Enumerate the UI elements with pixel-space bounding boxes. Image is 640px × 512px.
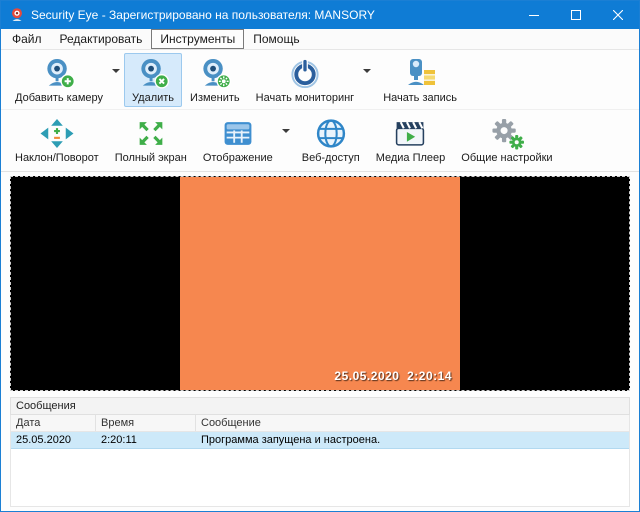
web-access-label: Веб-доступ bbox=[302, 152, 360, 164]
window-title: Security Eye - Зарегистрировано на польз… bbox=[31, 8, 513, 22]
chevron-down-icon bbox=[112, 69, 120, 73]
close-button[interactable] bbox=[597, 1, 639, 29]
messages-panel: Сообщения Дата Время Сообщение 25.05.202… bbox=[10, 397, 630, 507]
menu-tools[interactable]: Инструменты bbox=[151, 29, 244, 49]
start-recording-label: Начать запись bbox=[383, 92, 457, 104]
webcam-edit-icon bbox=[198, 57, 232, 90]
maximize-icon bbox=[571, 10, 581, 20]
camera-feed[interactable]: 25.05.2020 2:20:14 bbox=[180, 177, 460, 390]
display-label: Отображение bbox=[203, 152, 273, 164]
webcam-delete-icon bbox=[136, 57, 170, 90]
delete-camera-button[interactable]: Удалить bbox=[124, 53, 182, 107]
table-row[interactable]: 25.05.2020 2:20:11 Программа запущена и … bbox=[11, 432, 629, 449]
globe-icon bbox=[314, 117, 348, 150]
add-camera-button[interactable]: Добавить камеру bbox=[7, 53, 111, 107]
feed-timestamp: 25.05.2020 2:20:14 bbox=[334, 369, 452, 383]
fullscreen-button[interactable]: Полный экран bbox=[107, 113, 195, 167]
display-grid-icon bbox=[221, 117, 255, 150]
row-time: 2:20:11 bbox=[96, 432, 196, 448]
pan-tilt-label: Наклон/Поворот bbox=[15, 152, 99, 164]
toolbar-view: Наклон/Поворот Полный экран bbox=[1, 110, 639, 172]
maximize-button[interactable] bbox=[555, 1, 597, 29]
media-player-label: Медиа Плеер bbox=[376, 152, 446, 164]
pan-tilt-arrows-icon bbox=[38, 117, 76, 150]
pan-tilt-button[interactable]: Наклон/Поворот bbox=[7, 113, 107, 167]
start-monitoring-dropdown[interactable] bbox=[362, 53, 375, 73]
web-access-button[interactable]: Веб-доступ bbox=[294, 113, 368, 167]
minimize-button[interactable] bbox=[513, 1, 555, 29]
minimize-icon bbox=[529, 10, 539, 20]
start-recording-button[interactable]: Начать запись bbox=[375, 53, 465, 107]
column-header-time[interactable]: Время bbox=[96, 415, 196, 431]
title-bar: Security Eye - Зарегистрировано на польз… bbox=[1, 1, 639, 29]
settings-label: Общие настройки bbox=[461, 152, 552, 164]
power-monitoring-icon bbox=[288, 57, 322, 90]
row-date: 25.05.2020 bbox=[11, 432, 96, 448]
webcam-add-icon bbox=[42, 57, 76, 90]
clapperboard-play-icon bbox=[393, 117, 427, 150]
record-camera-icon bbox=[403, 57, 437, 90]
display-button[interactable]: Отображение bbox=[195, 113, 281, 167]
close-icon bbox=[613, 10, 623, 20]
chevron-down-icon bbox=[363, 69, 371, 73]
start-monitoring-label: Начать мониторинг bbox=[256, 92, 355, 104]
start-monitoring-button[interactable]: Начать мониторинг bbox=[248, 53, 363, 107]
messages-table-header: Дата Время Сообщение bbox=[11, 415, 629, 432]
column-header-message[interactable]: Сообщение bbox=[196, 415, 629, 431]
fullscreen-label: Полный экран bbox=[115, 152, 187, 164]
settings-button[interactable]: Общие настройки bbox=[453, 113, 560, 167]
messages-table: Дата Время Сообщение 25.05.2020 2:20:11 … bbox=[10, 415, 630, 507]
messages-header: Сообщения bbox=[10, 397, 630, 415]
media-player-button[interactable]: Медиа Плеер bbox=[368, 113, 454, 167]
fullscreen-expand-icon bbox=[134, 117, 168, 150]
menu-edit[interactable]: Редактировать bbox=[51, 29, 152, 49]
add-camera-dropdown[interactable] bbox=[111, 53, 124, 73]
menu-file[interactable]: Файл bbox=[3, 29, 51, 49]
video-area: 25.05.2020 2:20:14 bbox=[10, 176, 630, 391]
display-dropdown[interactable] bbox=[281, 113, 294, 133]
row-message: Программа запущена и настроена. bbox=[196, 432, 629, 448]
toolbar-cameras: Добавить камеру Удалить bbox=[1, 50, 639, 110]
add-camera-label: Добавить камеру bbox=[15, 92, 103, 104]
security-eye-window: Security Eye - Зарегистрировано на польз… bbox=[0, 0, 640, 512]
edit-camera-label: Изменить bbox=[190, 92, 240, 104]
menu-bar: Файл Редактировать Инструменты Помощь bbox=[1, 29, 639, 50]
menu-help[interactable]: Помощь bbox=[244, 29, 308, 49]
table-empty-area bbox=[11, 449, 629, 506]
column-header-date[interactable]: Дата bbox=[11, 415, 96, 431]
gears-icon bbox=[489, 117, 525, 150]
edit-camera-button[interactable]: Изменить bbox=[182, 53, 248, 107]
app-webcam-icon bbox=[9, 7, 25, 23]
chevron-down-icon bbox=[282, 129, 290, 133]
delete-camera-label: Удалить bbox=[132, 92, 174, 104]
